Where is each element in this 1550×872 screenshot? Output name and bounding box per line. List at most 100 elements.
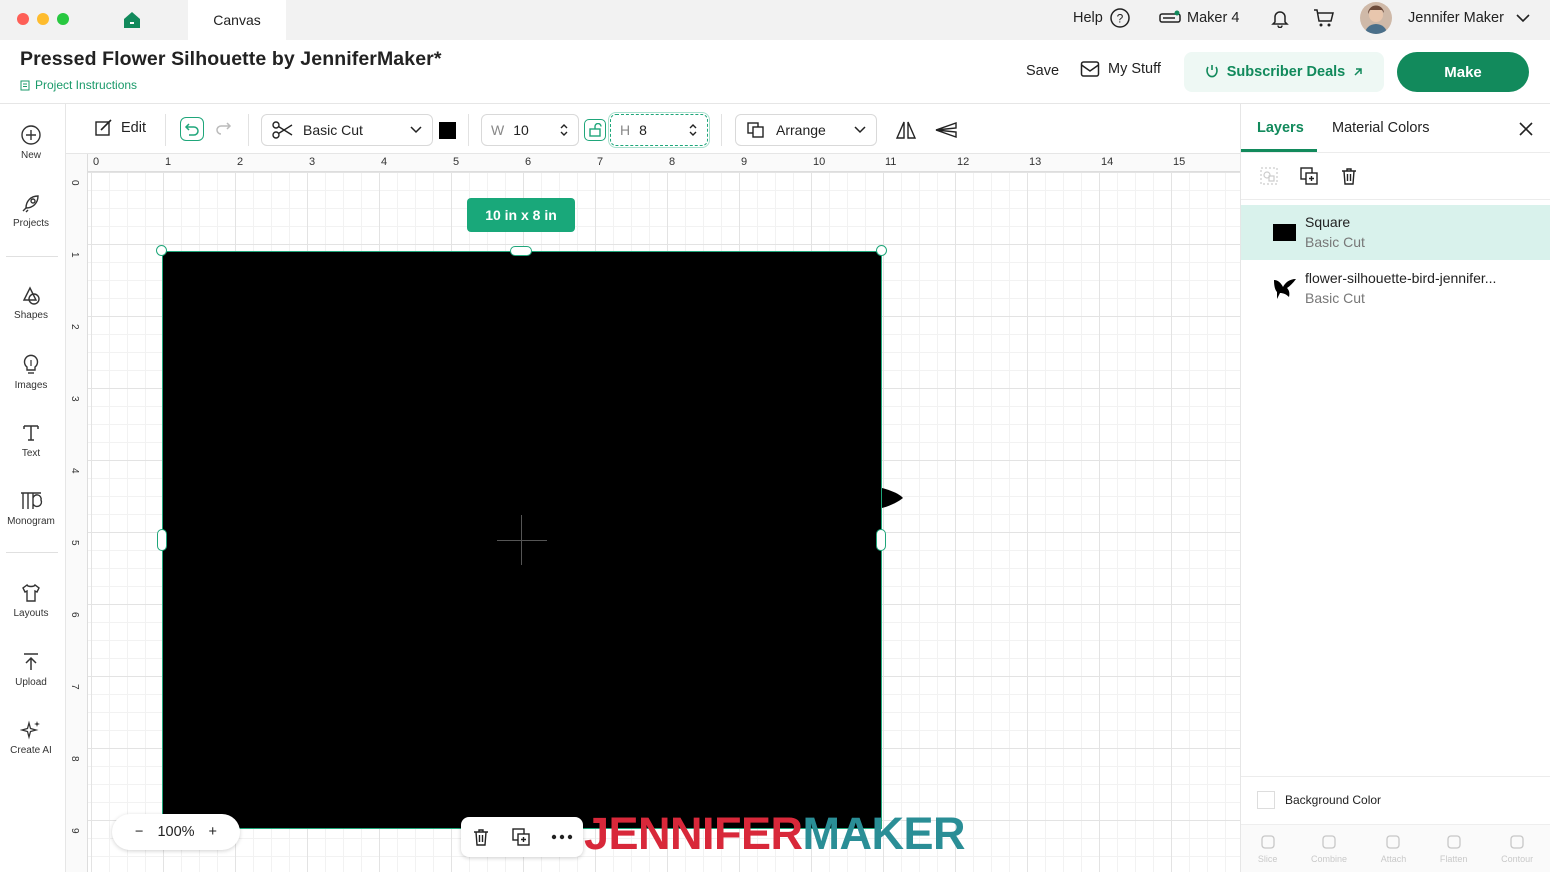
lock-proportions-button[interactable] xyxy=(584,119,606,141)
subscriber-deals-button[interactable]: Subscriber Deals xyxy=(1184,52,1384,92)
operation-select[interactable]: Basic Cut xyxy=(261,114,433,146)
sidebar-item-shapes[interactable]: Shapes xyxy=(0,284,62,321)
ruler-tick-label: 3 xyxy=(309,156,316,168)
stepper-icon[interactable] xyxy=(688,123,698,137)
background-color-swatch[interactable] xyxy=(1257,791,1275,809)
inbox-icon xyxy=(1080,60,1100,78)
flip-horizontal-icon[interactable] xyxy=(895,119,917,141)
project-instructions-label: Project Instructions xyxy=(35,78,138,92)
zoom-in-button[interactable]: + xyxy=(209,824,217,840)
layer-tool-attach[interactable]: Attach xyxy=(1380,833,1407,864)
flip-vertical-icon[interactable] xyxy=(934,119,958,141)
toolbar-divider xyxy=(468,114,469,146)
help-button[interactable]: Help ? xyxy=(1073,0,1131,36)
maximize-window-dot[interactable] xyxy=(57,13,69,25)
layer-tool-slice[interactable]: Slice xyxy=(1257,833,1278,864)
avatar[interactable] xyxy=(1360,2,1392,34)
layer-tool-label: Flatten xyxy=(1439,854,1468,864)
sidebar-item-upload[interactable]: Upload xyxy=(0,651,62,688)
more-options-icon[interactable] xyxy=(551,834,573,840)
sidebar-item-text[interactable]: Text xyxy=(0,422,62,459)
sidebar-item-images[interactable]: Images xyxy=(0,352,62,391)
layer-operation: Basic Cut xyxy=(1305,234,1365,250)
ruler-tick-label: 7 xyxy=(69,684,80,690)
trash-icon[interactable] xyxy=(471,827,491,847)
layer-tool-label: Attach xyxy=(1380,854,1407,864)
my-stuff-button[interactable]: My Stuff xyxy=(1080,60,1161,78)
bird-icon xyxy=(1271,274,1297,300)
bell-icon[interactable] xyxy=(1270,8,1290,28)
watermark-part1: JENNIFER xyxy=(584,808,803,859)
cart-icon[interactable] xyxy=(1313,8,1335,28)
resize-handle-left[interactable] xyxy=(157,529,167,551)
home-icon[interactable] xyxy=(122,10,142,30)
ruler-tick-label: 5 xyxy=(453,156,460,168)
background-color-label: Background Color xyxy=(1285,793,1382,807)
sidebar-divider xyxy=(6,552,58,553)
tag-icon xyxy=(1205,64,1219,80)
layer-tool-combine[interactable]: Combine xyxy=(1311,833,1347,864)
close-icon[interactable] xyxy=(1518,121,1534,137)
layer-tools-bar: Slice Combine Attach Flatten Contour xyxy=(1241,824,1550,872)
color-swatch[interactable] xyxy=(439,122,456,139)
canvas-tab-label: Canvas xyxy=(213,12,261,28)
layer-tool-contour[interactable]: Contour xyxy=(1501,833,1533,864)
layer-tool-label: Slice xyxy=(1257,854,1278,864)
ruler-tick-label: 2 xyxy=(69,324,80,330)
edit-button[interactable]: Edit xyxy=(94,118,146,138)
document-icon xyxy=(20,80,30,91)
make-button[interactable]: Make xyxy=(1397,52,1529,92)
resize-handle-top-right[interactable] xyxy=(876,245,887,256)
sidebar-item-projects[interactable]: Projects xyxy=(0,192,62,229)
sidebar-item-new[interactable]: New xyxy=(0,124,62,161)
layer-row[interactable]: Square Basic Cut xyxy=(1241,205,1550,260)
slice-icon xyxy=(1259,833,1277,851)
redo-button[interactable] xyxy=(214,121,232,135)
layer-tool-flatten[interactable]: Flatten xyxy=(1439,833,1468,864)
save-button[interactable]: Save xyxy=(1026,63,1059,79)
external-arrow-icon xyxy=(1353,67,1363,77)
width-input[interactable]: W 10 xyxy=(481,114,579,146)
resize-handle-right[interactable] xyxy=(876,529,886,551)
height-value: 8 xyxy=(639,122,647,138)
shapes-icon xyxy=(20,284,42,306)
minimize-window-dot[interactable] xyxy=(37,13,49,25)
rocket-icon xyxy=(20,192,42,214)
close-window-dot[interactable] xyxy=(17,13,29,25)
bird-shape-fragment[interactable] xyxy=(880,486,904,510)
group-icon[interactable] xyxy=(1259,166,1279,186)
sidebar-item-label: Images xyxy=(14,380,48,391)
scissors-icon xyxy=(272,121,294,139)
help-label: Help xyxy=(1073,10,1103,26)
canvas-tab[interactable]: Canvas xyxy=(188,0,286,40)
arrange-select[interactable]: Arrange xyxy=(735,114,877,146)
project-instructions-link[interactable]: Project Instructions xyxy=(20,78,137,92)
sparkle-icon xyxy=(20,719,42,741)
stepper-icon[interactable] xyxy=(559,123,569,137)
rotate-handle-top[interactable] xyxy=(510,246,532,256)
panel-divider xyxy=(1241,776,1550,777)
panel-divider xyxy=(1241,199,1550,200)
sidebar-item-create-ai[interactable]: Create AI xyxy=(0,719,62,756)
duplicate-icon[interactable] xyxy=(511,827,531,847)
zoom-out-button[interactable]: − xyxy=(135,824,143,840)
resize-handle-top-left[interactable] xyxy=(156,245,167,256)
ruler-tick-label: 12 xyxy=(957,156,970,168)
sidebar-item-monogram[interactable]: Monogram xyxy=(0,490,62,527)
user-menu[interactable]: Jennifer Maker xyxy=(1408,0,1530,36)
sidebar-item-label: New xyxy=(20,150,41,161)
undo-button[interactable] xyxy=(180,117,204,141)
tab-material-colors[interactable]: Material Colors xyxy=(1332,120,1430,136)
ruler-tick-label: 8 xyxy=(69,756,80,762)
machine-button[interactable]: Maker 4 xyxy=(1159,0,1239,36)
duplicate-layer-icon[interactable] xyxy=(1299,166,1319,186)
delete-layer-icon[interactable] xyxy=(1339,166,1359,186)
layer-row[interactable]: flower-silhouette-bird-jennifer... Basic… xyxy=(1241,262,1550,317)
upload-icon xyxy=(20,651,42,673)
height-input[interactable]: H 8 xyxy=(608,112,710,148)
tab-layers[interactable]: Layers xyxy=(1257,120,1304,136)
sidebar-item-layouts[interactable]: Layouts xyxy=(0,582,62,619)
edit-icon xyxy=(94,118,114,138)
background-color-row[interactable]: Background Color xyxy=(1257,791,1381,809)
toolbar-divider xyxy=(165,114,166,146)
